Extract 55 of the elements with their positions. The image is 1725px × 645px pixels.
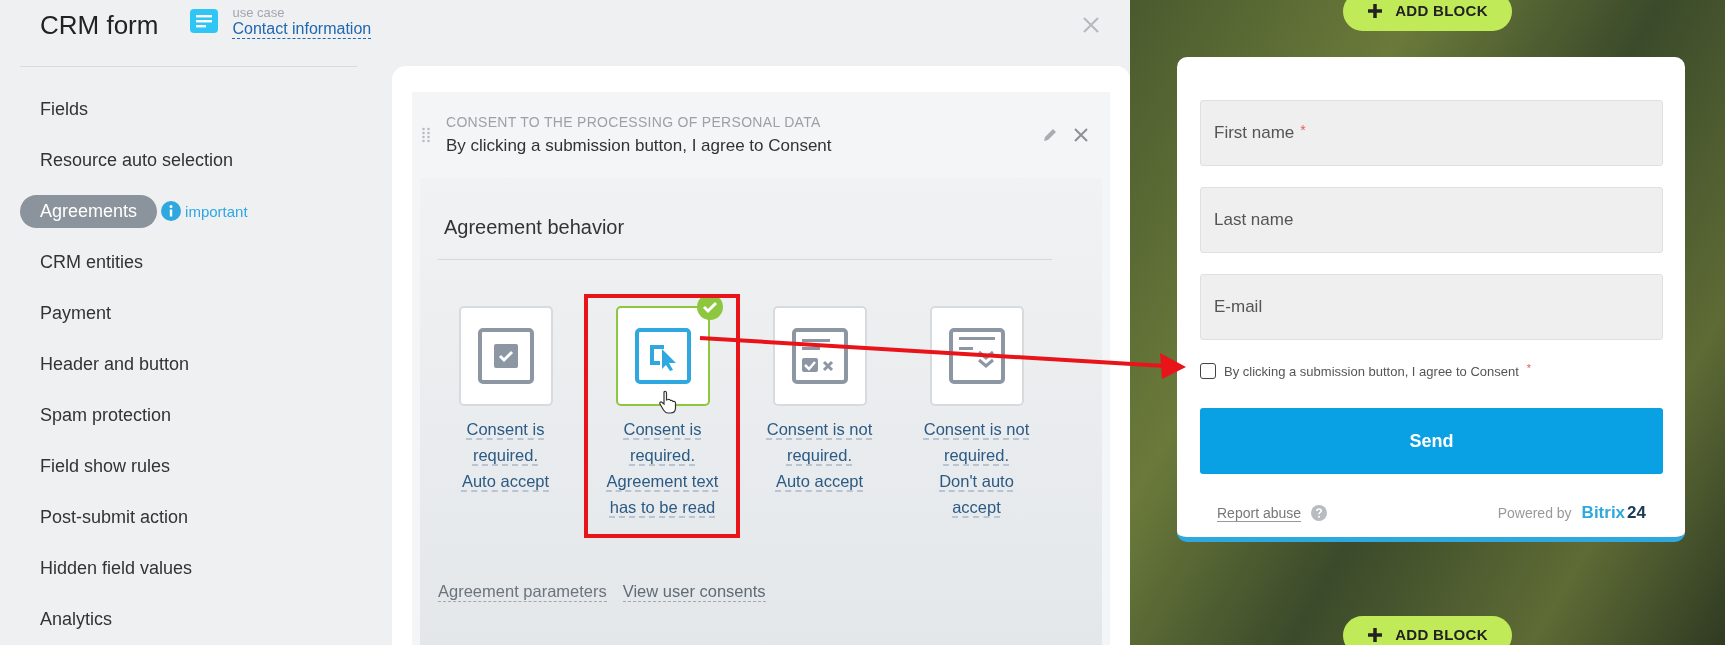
option-tile[interactable]	[772, 306, 867, 406]
option-label[interactable]: Consent is required. Agreement text has to be read	[606, 416, 719, 520]
checkbox-icon	[476, 327, 535, 385]
plus-icon	[1367, 2, 1384, 19]
form-check-cross-icon	[790, 327, 849, 385]
document-icon	[190, 9, 219, 33]
edit-icon[interactable]	[1042, 127, 1058, 143]
sidebar-item[interactable]: Analytics	[20, 602, 133, 636]
plus-icon	[1367, 626, 1384, 643]
use-case-link[interactable]: Contact information	[232, 19, 372, 39]
powered-by-text: Powered by	[1497, 505, 1572, 521]
sidebar-item[interactable]: CRM entities	[20, 245, 164, 279]
brand-logo: Bitrix24	[1581, 503, 1646, 523]
input-field[interactable]: Last name	[1200, 187, 1663, 253]
field-placeholder: First name	[1214, 123, 1295, 143]
input-field[interactable]: E-mail	[1200, 274, 1663, 340]
field-placeholder: E-mail	[1214, 297, 1263, 317]
sidebar-item[interactable]: Post-submit action	[20, 500, 209, 534]
option-label[interactable]: Consent is required. Auto accept	[461, 416, 550, 494]
drag-handle-icon[interactable]	[422, 127, 430, 143]
agreement-text: By clicking a submission button, I agree to Consent	[446, 136, 833, 156]
report-abuse-link[interactable]: Report abuse	[1217, 504, 1302, 522]
option-label[interactable]: Consent is not required. Don't auto accept	[923, 416, 1030, 520]
help-icon[interactable]	[1311, 505, 1328, 521]
sidebar-item[interactable]: Payment	[20, 296, 132, 330]
use-case-label: use case	[232, 5, 286, 20]
close-icon[interactable]	[1074, 128, 1088, 142]
option-tile[interactable]	[458, 306, 553, 406]
hand-cursor-icon	[657, 390, 678, 414]
consent-label: By clicking a submission button, I agree to Consent	[1224, 363, 1519, 379]
option-label[interactable]: Consent is not required. Auto accept	[766, 416, 873, 494]
add-block-button[interactable]: ADD BLOCK	[1343, 616, 1512, 645]
required-mark: *	[1300, 122, 1306, 138]
sidebar-item[interactable]: Header and button	[20, 347, 210, 381]
form-title: CRM form	[40, 9, 159, 41]
input-field[interactable]: First name *	[1200, 100, 1663, 166]
settings-link[interactable]: View user consents	[622, 582, 766, 602]
sidebar-item[interactable]: Hidden field values	[20, 551, 213, 585]
important-label: important	[185, 202, 248, 220]
add-block-button[interactable]: ADD BLOCK	[1343, 0, 1512, 31]
sidebar-item[interactable]: Field show rules	[20, 449, 191, 483]
close-icon[interactable]	[1082, 16, 1100, 34]
option-tile[interactable]	[929, 306, 1024, 406]
required-mark: *	[1526, 362, 1532, 374]
agreement-caption: CONSENT TO THE PROCESSING OF PERSONAL DATA	[446, 114, 822, 130]
section-title: Agreement behavior	[443, 216, 626, 239]
consent-checkbox[interactable]	[1200, 363, 1216, 379]
field-placeholder: Last name	[1214, 210, 1294, 230]
pointer-icon	[633, 327, 692, 385]
settings-link[interactable]: Agreement parameters	[438, 582, 607, 602]
sidebar-item[interactable]: Spam protection	[20, 398, 192, 432]
info-icon	[161, 201, 182, 221]
scroll-down-icon	[947, 327, 1006, 385]
sidebar-item[interactable]: Fields	[20, 92, 108, 126]
sidebar-item[interactable]: Resource auto selection	[20, 143, 254, 177]
